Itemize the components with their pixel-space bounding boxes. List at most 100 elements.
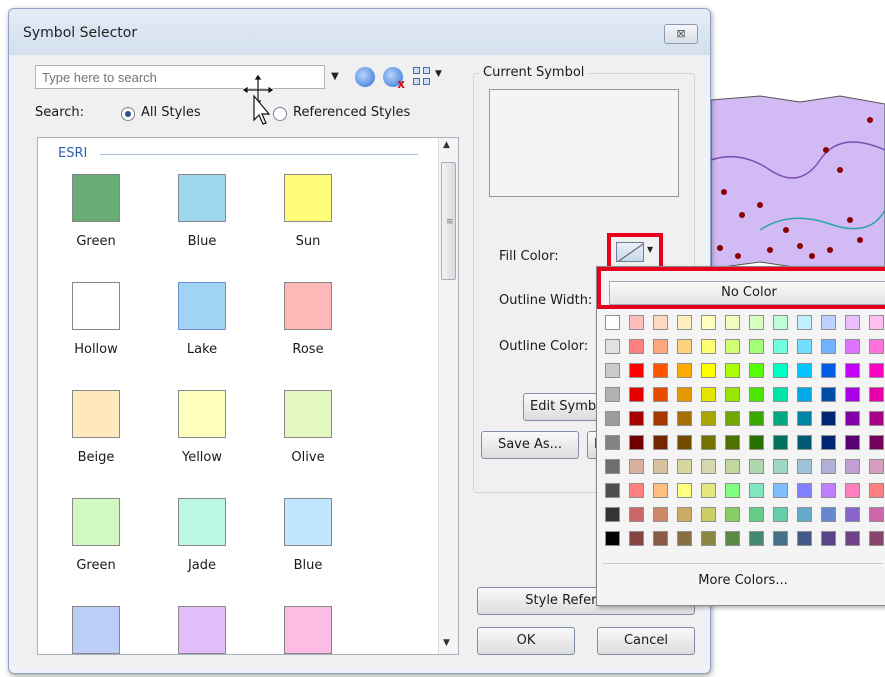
- color-swatch[interactable]: [797, 531, 812, 546]
- color-swatch[interactable]: [773, 459, 788, 474]
- color-swatch[interactable]: [797, 387, 812, 402]
- color-swatch[interactable]: [677, 315, 692, 330]
- color-swatch[interactable]: [845, 435, 860, 450]
- symbol-item[interactable]: [56, 606, 136, 654]
- color-swatch[interactable]: [749, 411, 764, 426]
- symbol-item[interactable]: Rose: [268, 282, 348, 382]
- color-swatch[interactable]: [869, 483, 884, 498]
- color-swatch[interactable]: [653, 339, 668, 354]
- color-swatch[interactable]: [725, 531, 740, 546]
- color-swatch[interactable]: [701, 363, 716, 378]
- color-swatch[interactable]: [629, 315, 644, 330]
- color-swatch[interactable]: [749, 315, 764, 330]
- color-swatch[interactable]: [797, 363, 812, 378]
- color-swatch[interactable]: [869, 531, 884, 546]
- all-styles-radio[interactable]: [121, 107, 135, 121]
- color-swatch[interactable]: [845, 459, 860, 474]
- color-swatch[interactable]: [869, 387, 884, 402]
- search-dropdown-arrow[interactable]: ▼: [325, 65, 345, 89]
- color-swatch[interactable]: [821, 315, 836, 330]
- view-options-arrow[interactable]: ▼: [435, 69, 442, 79]
- color-swatch[interactable]: [701, 459, 716, 474]
- color-swatch[interactable]: [869, 507, 884, 522]
- color-swatch[interactable]: [605, 531, 620, 546]
- color-swatch[interactable]: [653, 531, 668, 546]
- symbol-item[interactable]: Olive: [268, 390, 348, 490]
- color-swatch[interactable]: [725, 387, 740, 402]
- view-options-icon[interactable]: [413, 67, 431, 85]
- color-swatch[interactable]: [749, 435, 764, 450]
- color-swatch[interactable]: [701, 411, 716, 426]
- color-swatch[interactable]: [749, 531, 764, 546]
- color-swatch[interactable]: [821, 507, 836, 522]
- close-button[interactable]: ⊠: [664, 24, 698, 44]
- color-swatch[interactable]: [869, 315, 884, 330]
- color-swatch[interactable]: [701, 315, 716, 330]
- color-swatch[interactable]: [821, 435, 836, 450]
- color-swatch[interactable]: [797, 435, 812, 450]
- color-swatch[interactable]: [629, 411, 644, 426]
- color-swatch[interactable]: [725, 459, 740, 474]
- color-swatch[interactable]: [701, 387, 716, 402]
- color-swatch[interactable]: [797, 459, 812, 474]
- color-swatch[interactable]: [821, 459, 836, 474]
- color-swatch[interactable]: [701, 483, 716, 498]
- color-swatch[interactable]: [773, 339, 788, 354]
- color-swatch[interactable]: [845, 507, 860, 522]
- color-swatch[interactable]: [845, 315, 860, 330]
- color-swatch[interactable]: [605, 483, 620, 498]
- scroll-thumb[interactable]: ≡: [441, 162, 456, 280]
- color-swatch[interactable]: [749, 507, 764, 522]
- search-input[interactable]: [35, 65, 325, 89]
- color-swatch[interactable]: [797, 411, 812, 426]
- color-swatch[interactable]: [821, 387, 836, 402]
- color-swatch[interactable]: [749, 483, 764, 498]
- color-swatch[interactable]: [821, 363, 836, 378]
- color-swatch[interactable]: [869, 411, 884, 426]
- color-swatch[interactable]: [653, 507, 668, 522]
- color-swatch[interactable]: [677, 483, 692, 498]
- color-swatch[interactable]: [797, 483, 812, 498]
- symbol-item[interactable]: Sun: [268, 174, 348, 274]
- ok-button[interactable]: OK: [477, 627, 575, 655]
- color-swatch[interactable]: [773, 507, 788, 522]
- color-swatch[interactable]: [821, 483, 836, 498]
- color-swatch[interactable]: [821, 531, 836, 546]
- color-swatch[interactable]: [845, 339, 860, 354]
- color-swatch[interactable]: [677, 411, 692, 426]
- color-swatch[interactable]: [629, 339, 644, 354]
- color-swatch[interactable]: [773, 387, 788, 402]
- color-swatch[interactable]: [845, 363, 860, 378]
- color-swatch[interactable]: [869, 339, 884, 354]
- symbol-item[interactable]: Jade: [162, 498, 242, 598]
- color-swatch[interactable]: [845, 411, 860, 426]
- color-swatch[interactable]: [653, 387, 668, 402]
- color-swatch[interactable]: [653, 459, 668, 474]
- color-swatch[interactable]: [845, 531, 860, 546]
- more-colors-button[interactable]: More Colors...: [597, 573, 885, 588]
- color-swatch[interactable]: [653, 483, 668, 498]
- color-swatch[interactable]: [629, 507, 644, 522]
- color-swatch[interactable]: [677, 507, 692, 522]
- color-swatch[interactable]: [869, 435, 884, 450]
- symbol-item[interactable]: Blue: [162, 174, 242, 274]
- color-swatch[interactable]: [629, 483, 644, 498]
- cancel-button[interactable]: Cancel: [597, 627, 695, 655]
- symbol-item[interactable]: Green: [56, 498, 136, 598]
- color-swatch[interactable]: [653, 435, 668, 450]
- color-swatch[interactable]: [725, 339, 740, 354]
- save-as-button[interactable]: Save As...: [481, 431, 579, 459]
- color-swatch[interactable]: [869, 363, 884, 378]
- color-swatch[interactable]: [653, 315, 668, 330]
- color-swatch[interactable]: [605, 315, 620, 330]
- color-swatch[interactable]: [725, 507, 740, 522]
- color-swatch[interactable]: [797, 507, 812, 522]
- title-bar[interactable]: Symbol Selector ⊠: [9, 9, 710, 55]
- color-swatch[interactable]: [869, 459, 884, 474]
- color-swatch[interactable]: [749, 339, 764, 354]
- color-swatch[interactable]: [653, 411, 668, 426]
- color-swatch[interactable]: [701, 507, 716, 522]
- color-swatch[interactable]: [605, 435, 620, 450]
- color-swatch[interactable]: [605, 339, 620, 354]
- color-swatch[interactable]: [605, 363, 620, 378]
